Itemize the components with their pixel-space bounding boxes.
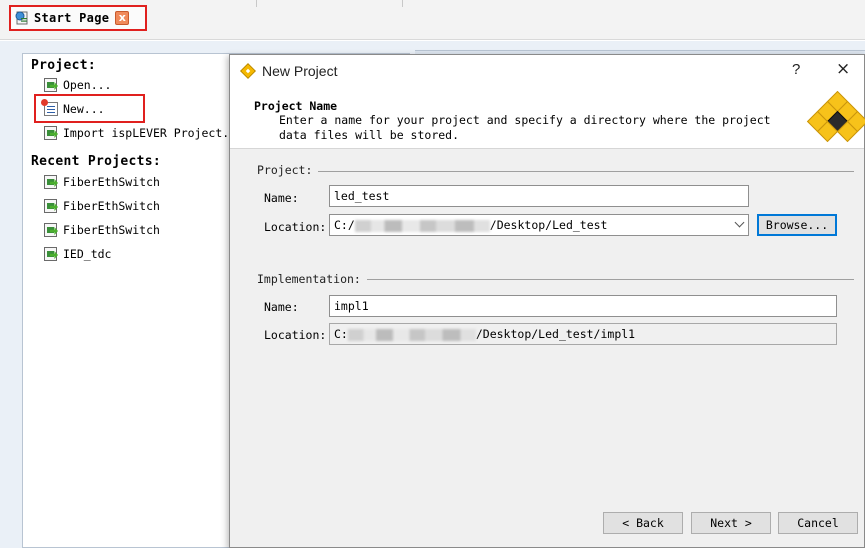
recent-project-item[interactable]: IED_tdc bbox=[43, 245, 111, 263]
project-heading: Project: bbox=[31, 58, 97, 73]
project-name-label: Name: bbox=[264, 191, 299, 205]
tab-label: Start Page bbox=[34, 11, 110, 25]
project-group-label: Project: bbox=[257, 163, 319, 177]
close-dialog-button[interactable]: × bbox=[836, 59, 850, 79]
redacted-path bbox=[347, 328, 476, 341]
new-project-icon bbox=[41, 99, 59, 117]
recent-project-label: IED_tdc bbox=[63, 247, 112, 261]
lattice-diamond-icon bbox=[240, 63, 256, 79]
project-group-line bbox=[314, 171, 854, 172]
lattice-logo-icon bbox=[806, 90, 865, 144]
document-tab-strip: Start Page x bbox=[0, 0, 865, 40]
start-page-icon bbox=[14, 10, 30, 26]
impl-location-suffix: /Desktop/Led_test/impl1 bbox=[475, 327, 636, 341]
project-location-prefix: C:/ bbox=[334, 218, 355, 232]
project-file-icon bbox=[43, 246, 59, 262]
tab-separator bbox=[402, 0, 403, 7]
wizard-header: Project Name Enter a name for your proje… bbox=[230, 87, 865, 149]
import-project-label: Import ispLEVER Project... bbox=[63, 126, 244, 140]
project-location-suffix: /Desktop/Led_test bbox=[489, 218, 608, 232]
recent-project-item[interactable]: FiberEthSwitch bbox=[43, 173, 160, 191]
open-project-icon bbox=[43, 77, 59, 93]
impl-location-prefix: C: bbox=[334, 327, 348, 341]
project-name-input[interactable]: led_test bbox=[329, 185, 749, 207]
tab-start-page[interactable]: Start Page x bbox=[9, 5, 147, 31]
chevron-down-icon[interactable] bbox=[734, 217, 745, 228]
impl-name-label: Name: bbox=[264, 300, 299, 314]
wizard-step-title: Project Name bbox=[254, 99, 338, 113]
impl-location-label: Location: bbox=[264, 328, 327, 342]
open-project-label: Open... bbox=[63, 78, 112, 92]
next-button[interactable]: Next > bbox=[691, 512, 771, 534]
cancel-button[interactable]: Cancel bbox=[778, 512, 858, 534]
browse-button[interactable]: Browse... bbox=[757, 214, 837, 236]
import-project-link[interactable]: Import ispLEVER Project... bbox=[43, 124, 243, 142]
impl-name-input[interactable]: impl1 bbox=[329, 295, 837, 317]
wizard-step-description: Enter a name for your project and specif… bbox=[279, 113, 771, 142]
recent-project-label: FiberEthSwitch bbox=[63, 223, 160, 237]
project-file-icon bbox=[43, 222, 59, 238]
implementation-group-label: Implementation: bbox=[257, 272, 367, 286]
project-location-label: Location: bbox=[264, 220, 327, 234]
open-project-link[interactable]: Open... bbox=[43, 76, 111, 94]
import-project-icon bbox=[43, 125, 59, 141]
dialog-titlebar: New Project ? × bbox=[230, 55, 864, 87]
tab-separator bbox=[256, 0, 257, 7]
project-file-icon bbox=[43, 198, 59, 214]
help-button[interactable]: ? bbox=[792, 61, 800, 78]
new-project-label: New... bbox=[63, 102, 105, 116]
project-location-combo[interactable]: C:/ /Desktop/Led_test bbox=[329, 214, 749, 236]
dialog-title: New Project bbox=[262, 63, 338, 79]
recent-project-label: FiberEthSwitch bbox=[63, 199, 160, 213]
new-project-link[interactable]: New... bbox=[41, 99, 105, 118]
redacted-path bbox=[354, 219, 490, 232]
project-file-icon bbox=[43, 174, 59, 190]
implementation-group-line bbox=[358, 279, 854, 280]
back-button[interactable]: < Back bbox=[603, 512, 683, 534]
recent-project-item[interactable]: FiberEthSwitch bbox=[43, 197, 160, 215]
close-tab-icon[interactable]: x bbox=[115, 11, 130, 25]
recent-project-item[interactable]: FiberEthSwitch bbox=[43, 221, 160, 239]
recent-projects-heading: Recent Projects: bbox=[31, 154, 162, 169]
recent-project-label: FiberEthSwitch bbox=[63, 175, 160, 189]
new-project-dialog: New Project ? × Project Name Enter a nam… bbox=[229, 54, 865, 548]
impl-location-input: C: /Desktop/Led_test/impl1 bbox=[329, 323, 837, 345]
